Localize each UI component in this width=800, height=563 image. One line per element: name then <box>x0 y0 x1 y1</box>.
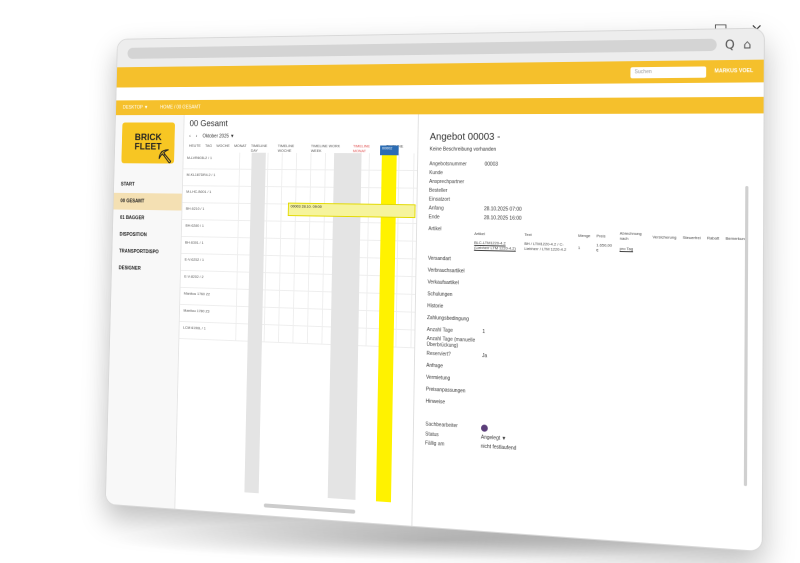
home-icon[interactable]: ⌂ <box>743 37 751 52</box>
field-row: Ende 28.10.2025 16:00 <box>428 214 522 222</box>
artikel-section: Artikel Artikel Text Menge Preis Abrechn… <box>428 226 750 257</box>
tab-heute[interactable]: HEUTE <box>189 143 201 152</box>
sidebar-item-designer[interactable]: DESIGNER <box>112 260 181 279</box>
tab-timeline-monat[interactable]: TIMELINE MONAT <box>353 143 382 153</box>
sidebar-item-disposition[interactable]: DISPOSITION <box>113 226 181 244</box>
artikel-table: Artikel Text Menge Preis Abrechnung nach… <box>471 227 750 257</box>
sub-bar: DESKTOP ▼ HOME / 00 GESAMT <box>115 96 764 116</box>
resource-label: M-LHC-B001 / 1 <box>182 186 240 203</box>
status-select[interactable]: Angelegt ▼ <box>481 435 506 442</box>
page-title: 00 Gesamt <box>189 118 228 129</box>
sidebar-item-transportdispo[interactable]: TRANSPORTDISPO <box>112 243 181 261</box>
excavator-icon: ⛏ <box>157 148 173 164</box>
breadcrumb[interactable]: HOME / 00 GESAMT <box>160 105 201 111</box>
tab-timeline-work-week[interactable]: TIMELINE WORK WEEK <box>311 143 349 153</box>
sidebar-item-bagger[interactable]: 01 BAGGER <box>113 209 181 227</box>
resource-label: BH-6210 / 1 <box>182 203 240 220</box>
sidebar-item-start[interactable]: START <box>114 176 182 194</box>
resource-label: LCM 6196L / 1 <box>179 321 237 341</box>
search-icon[interactable]: Q <box>725 37 735 52</box>
event-bar[interactable]: 00002 <box>380 145 399 156</box>
offer-title: Angebot 00003 - <box>429 131 501 143</box>
next-icon[interactable]: › <box>196 134 198 140</box>
resource-label: M-KL187DR4.2 / 1 <box>182 169 240 186</box>
resource-label: Manitou 1760 Z2 <box>180 287 238 306</box>
url-bar[interactable] <box>127 38 717 59</box>
resource-label: E-V-8202 / 2 <box>180 270 238 289</box>
resource-label: E-V-6252 / 1 <box>180 253 238 272</box>
resource-label: M-LVR603L2 / 1 <box>183 152 241 169</box>
sidebar: BRICK FLEET ⛏ START 00 GESAMT 01 BAGGER … <box>105 114 185 509</box>
calendar-nav: ‹ › Oktober 2025 ▼ <box>184 132 418 142</box>
detail-panel: Angebot 00003 - Keine Beschreibung vorha… <box>412 113 763 551</box>
main-layout: BRICK FLEET ⛏ START 00 GESAMT 01 BAGGER … <box>105 113 764 552</box>
user-name[interactable]: MARKUS VOEL <box>714 68 753 75</box>
resource-label: Manitou 1780 Z3 <box>179 304 237 324</box>
field-row: Besteller <box>428 187 448 194</box>
resource-label: BH-6301 / 1 <box>181 236 239 255</box>
brickfleet-logo: BRICK FLEET ⛏ <box>121 122 175 164</box>
app-window: Q ⌂ Suchen MARKUS VOEL DESKTOP ▼ HOME / … <box>104 27 765 553</box>
section-versandart[interactable]: Versandart <box>428 256 750 270</box>
sidebar-item-gesamt[interactable]: 00 GESAMT <box>113 192 182 211</box>
field-row: Ansprechpartner <box>429 178 465 186</box>
tab-tag[interactable]: TAG <box>205 143 212 152</box>
tab-woche[interactable]: WOCHE <box>216 143 230 152</box>
calendar-panel: 00 Gesamt ‹ › Oktober 2025 ▼ HEUTE TAG W… <box>175 114 419 526</box>
tab-timeline-day[interactable]: TIMELINE DAY <box>251 143 274 153</box>
month-select[interactable]: Oktober 2025 ▼ <box>202 134 234 140</box>
field-row: Angebotsnummer 00003 <box>429 161 499 168</box>
device-frame: Q ⌂ Suchen MARKUS VOEL DESKTOP ▼ HOME / … <box>104 27 765 553</box>
event-bar[interactable]: 00003 28.10. 09:00 <box>287 202 416 219</box>
prev-icon[interactable]: ‹ <box>189 134 191 140</box>
resource-label: BH-6280 / 1 <box>181 219 239 238</box>
event-title: 00003 <box>290 203 301 209</box>
tab-monat[interactable]: MONAT <box>234 143 247 153</box>
timeline-grid: M-LVR603L2 / 1 M-KL187DR4.2 / 1 M-LHC-B0… <box>176 145 418 503</box>
desktop-select[interactable]: DESKTOP ▼ <box>123 105 148 111</box>
search-input[interactable]: Suchen <box>630 65 707 78</box>
avatar[interactable] <box>480 424 488 432</box>
tab-timeline-woche[interactable]: TIMELINE WOCHE <box>278 143 307 153</box>
field-row: Kunde <box>429 170 443 177</box>
horizontal-scrollbar[interactable] <box>263 503 356 514</box>
event-time: 28.10. 09:00 <box>301 203 322 209</box>
